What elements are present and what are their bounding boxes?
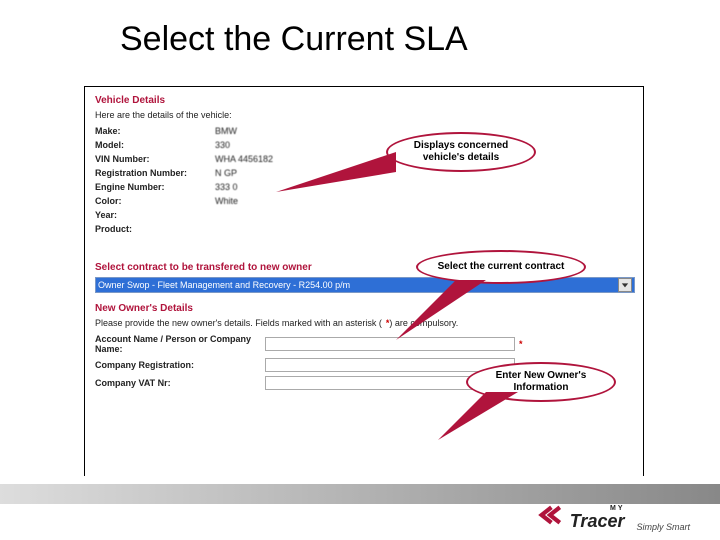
callout-tail-icon (438, 386, 538, 446)
callout-text: Select the current contract (438, 261, 565, 273)
callout-new-owner: Enter New Owner's Information (466, 362, 616, 402)
callout-vehicle-details: Displays concerned vehicle's details (386, 132, 536, 172)
vehicle-details-heading: Vehicle Details (95, 95, 633, 106)
slide-title: Select the Current SLA (120, 20, 468, 59)
logo-brand: MY Tracer (570, 505, 625, 530)
callout-bubble: Displays concerned vehicle's details (386, 132, 536, 172)
label-vin: VIN Number: (95, 154, 215, 164)
callout-select-contract: Select the current contract (416, 250, 586, 284)
label-make: Make: (95, 126, 215, 136)
vehicle-subtitle: Here are the details of the vehicle: (95, 110, 633, 120)
value-year (215, 210, 633, 220)
slide: Select the Current SLA Vehicle Details H… (0, 0, 720, 540)
required-mark: * (515, 339, 531, 349)
new-owner-note: Please provide the new owner's details. … (95, 318, 633, 328)
note-prefix: Please provide the new owner's details. … (95, 318, 382, 328)
label-product: Product: (95, 224, 215, 234)
label-company-vat: Company VAT Nr: (95, 378, 265, 388)
value-product (215, 224, 633, 234)
brand-main: Tracer (570, 512, 625, 530)
dropdown-arrow-icon (618, 278, 632, 292)
contract-selected-value: Owner Swop - Fleet Management and Recove… (98, 280, 350, 290)
label-engine: Engine Number: (95, 182, 215, 192)
callout-tail-icon (396, 276, 516, 346)
label-company-reg: Company Registration: (95, 360, 265, 370)
label-model: Model: (95, 140, 215, 150)
label-year: Year: (95, 210, 215, 220)
new-owner-heading: New Owner's Details (95, 303, 633, 314)
callout-text: Displays concerned vehicle's details (398, 140, 524, 164)
brand-tagline: Simply Smart (636, 522, 690, 532)
label-account-name: Account Name / Person or Company Name: (95, 334, 265, 354)
label-reg: Registration Number: (95, 168, 215, 178)
footer-logo: MY Tracer Simply Smart (536, 503, 690, 532)
label-color: Color: (95, 196, 215, 206)
bottom-bar (0, 484, 720, 504)
callout-tail-icon (276, 142, 406, 202)
logo-chevron-icon (536, 503, 564, 532)
